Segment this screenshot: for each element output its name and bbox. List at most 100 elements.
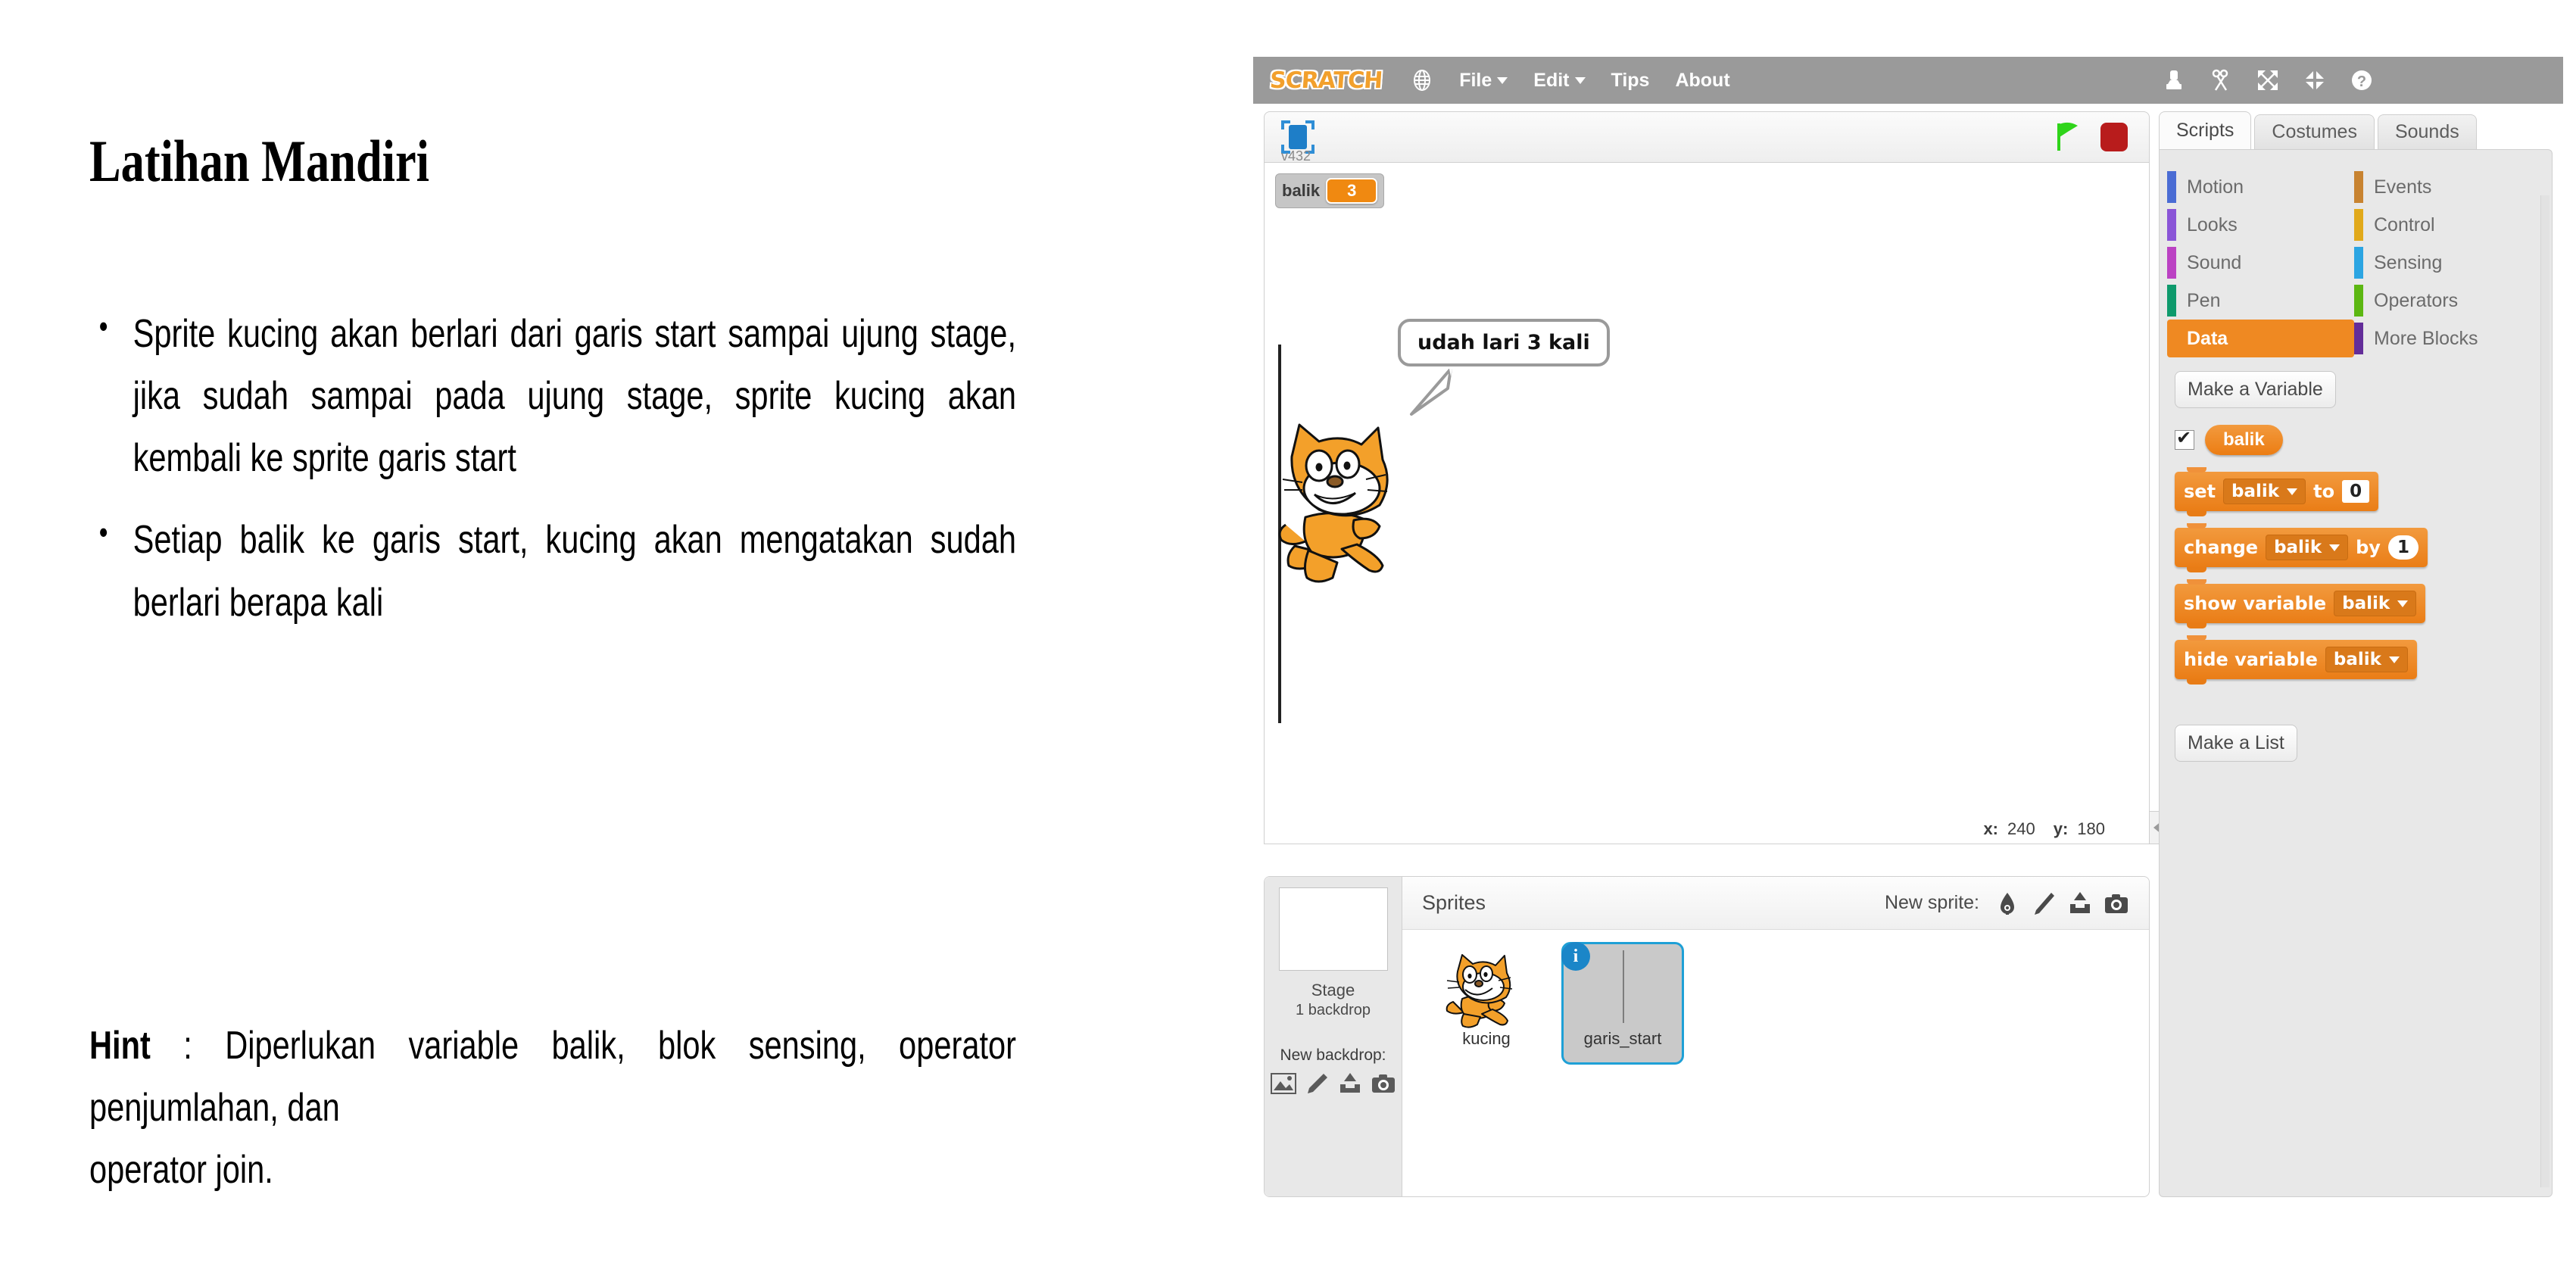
menu-bar: SCRATCH File Edit Tips About ? bbox=[1253, 57, 2563, 104]
block-text-to: to bbox=[2313, 481, 2335, 502]
green-flag-icon[interactable] bbox=[2054, 122, 2082, 152]
stage-coordinates: x: 240 y: 180 bbox=[1264, 811, 2166, 844]
camera-icon[interactable] bbox=[2104, 891, 2129, 915]
category-sensing[interactable]: Sensing bbox=[2354, 244, 2541, 282]
category-label: Motion bbox=[2187, 176, 2244, 198]
shrink-icon[interactable] bbox=[2303, 68, 2327, 92]
library-icon[interactable] bbox=[1270, 1072, 1296, 1095]
make-a-list-button[interactable]: Make a List bbox=[2175, 725, 2297, 762]
category-color-swatch bbox=[2167, 209, 2176, 241]
stamp-icon[interactable] bbox=[2162, 68, 2186, 92]
menu-file[interactable]: File bbox=[1459, 70, 1508, 92]
stage-selector[interactable]: Stage 1 backdrop New backdrop: bbox=[1265, 877, 1402, 1196]
variable-watcher-balik[interactable]: balik 3 bbox=[1275, 173, 1385, 208]
stage-backdrop-count: 1 backdrop bbox=[1296, 1001, 1371, 1018]
category-selector: Motion Events Looks Control Sound Sensin… bbox=[2160, 162, 2552, 357]
chevron-down-icon bbox=[1497, 76, 1508, 84]
menu-tips[interactable]: Tips bbox=[1611, 70, 1650, 92]
coord-x-label: x: bbox=[1983, 819, 1998, 838]
slide-text-column: Latihan Mandiri Sprite kucing akan berla… bbox=[0, 0, 1242, 1288]
stop-sign-icon[interactable] bbox=[2100, 123, 2128, 151]
panel-tabs: Scripts Costumes Sounds bbox=[2159, 111, 2553, 149]
block-text-by: by bbox=[2356, 537, 2381, 558]
palette-body: Make a Variable balik set balik to 0 bbox=[2160, 357, 2552, 762]
category-color-swatch bbox=[2354, 285, 2363, 317]
hint-separator: : bbox=[150, 1024, 226, 1068]
new-backdrop-label: New backdrop: bbox=[1280, 1046, 1386, 1064]
page-title: Latihan Mandiri bbox=[89, 128, 430, 194]
category-motion[interactable]: Motion bbox=[2167, 168, 2354, 206]
chevron-down-icon bbox=[1574, 76, 1586, 84]
svg-text:?: ? bbox=[2357, 73, 2366, 90]
chevron-down-icon bbox=[2388, 656, 2400, 663]
library-icon[interactable] bbox=[1994, 891, 2020, 915]
show-variable-block[interactable]: show variable balik bbox=[2175, 579, 2426, 628]
tab-scripts[interactable]: Scripts bbox=[2159, 111, 2252, 149]
list-item: Setiap balik ke garis start, kucing akan… bbox=[89, 507, 1016, 633]
paint-icon[interactable] bbox=[1304, 1072, 1330, 1095]
variable-dropdown[interactable]: balik bbox=[2223, 479, 2306, 504]
scratch-cat-sprite[interactable] bbox=[1272, 390, 1446, 594]
make-a-variable-button[interactable]: Make a Variable bbox=[2175, 371, 2336, 408]
sprite-list-header: Sprites New sprite: bbox=[1402, 877, 2149, 930]
set-value-input[interactable]: 0 bbox=[2342, 480, 2370, 503]
chevron-down-icon bbox=[2287, 488, 2298, 495]
change-value-input[interactable]: 1 bbox=[2387, 535, 2419, 560]
variable-dropdown[interactable]: balik bbox=[2325, 647, 2408, 672]
category-label: Events bbox=[2374, 176, 2432, 198]
category-label: Control bbox=[2374, 214, 2435, 235]
category-events[interactable]: Events bbox=[2354, 168, 2541, 206]
dropdown-value: balik bbox=[2333, 650, 2381, 669]
paint-icon[interactable] bbox=[2031, 891, 2057, 915]
variable-reporter-balik[interactable]: balik bbox=[2205, 425, 2283, 455]
variable-dropdown[interactable]: balik bbox=[2266, 535, 2349, 560]
menu-about[interactable]: About bbox=[1675, 70, 1729, 92]
stage-panel: v432 balik 3 udah lari 3 kali x: 240 y: … bbox=[1264, 111, 2166, 869]
upload-icon[interactable] bbox=[1337, 1072, 1363, 1095]
menu-edit[interactable]: Edit bbox=[1533, 69, 1586, 92]
tab-sounds[interactable]: Sounds bbox=[2377, 114, 2477, 149]
category-looks[interactable]: Looks bbox=[2167, 206, 2354, 244]
menu-edit-label: Edit bbox=[1533, 69, 1570, 91]
camera-icon[interactable] bbox=[1371, 1072, 1396, 1095]
category-label: Sound bbox=[2187, 251, 2242, 273]
block-text-show-variable: show variable bbox=[2184, 593, 2327, 614]
block-text-change: change bbox=[2184, 537, 2259, 558]
globe-icon[interactable] bbox=[1411, 69, 1433, 92]
sprite-card-kucing[interactable]: kucing bbox=[1425, 942, 1548, 1065]
category-color-swatch bbox=[2167, 323, 2176, 354]
sprite-card-garis-start[interactable]: i garis_start bbox=[1561, 942, 1684, 1065]
new-sprite-group: New sprite: bbox=[1885, 891, 2129, 915]
category-pen[interactable]: Pen bbox=[2167, 282, 2354, 320]
category-operators[interactable]: Operators bbox=[2354, 282, 2541, 320]
hint-paragraph: Hint : Diperlukan variable balik, blok s… bbox=[89, 1015, 1016, 1201]
scratch-logo[interactable]: SCRATCH bbox=[1269, 67, 1383, 94]
category-color-swatch bbox=[2354, 209, 2363, 241]
category-data[interactable]: Data bbox=[2167, 320, 2354, 357]
menu-about-label: About bbox=[1675, 69, 1730, 91]
scissors-icon[interactable] bbox=[2209, 68, 2233, 92]
category-sound[interactable]: Sound bbox=[2167, 244, 2354, 282]
tab-costumes[interactable]: Costumes bbox=[2254, 114, 2375, 149]
new-sprite-label: New sprite: bbox=[1884, 892, 1979, 913]
set-variable-block[interactable]: set balik to 0 bbox=[2175, 467, 2379, 516]
upload-icon[interactable] bbox=[2067, 891, 2093, 915]
dropdown-value: balik bbox=[2274, 538, 2322, 557]
stage-thumbnail[interactable] bbox=[1278, 887, 1388, 971]
variable-dropdown[interactable]: balik bbox=[2334, 591, 2417, 616]
change-variable-block[interactable]: change balik by 1 bbox=[2175, 523, 2428, 572]
hide-variable-block[interactable]: hide variable balik bbox=[2175, 635, 2417, 685]
variable-visibility-checkbox[interactable] bbox=[2175, 427, 2194, 450]
menu-tips-label: Tips bbox=[1611, 69, 1650, 91]
category-control[interactable]: Control bbox=[2354, 206, 2541, 244]
help-icon[interactable]: ? bbox=[2350, 68, 2374, 92]
grow-icon[interactable] bbox=[2256, 68, 2280, 92]
category-more-blocks[interactable]: More Blocks bbox=[2354, 320, 2541, 357]
new-backdrop-icons bbox=[1265, 1072, 1402, 1095]
category-label: Operators bbox=[2374, 289, 2459, 311]
garis-line-graphic bbox=[1623, 950, 1624, 1023]
stage-canvas[interactable]: balik 3 udah lari 3 kali bbox=[1264, 163, 2150, 814]
bullet-list: Sprite kucing akan berlari dari garis st… bbox=[89, 301, 1036, 653]
palette-scrollbar[interactable] bbox=[2540, 195, 2549, 1187]
category-label: Data bbox=[2187, 327, 2228, 349]
